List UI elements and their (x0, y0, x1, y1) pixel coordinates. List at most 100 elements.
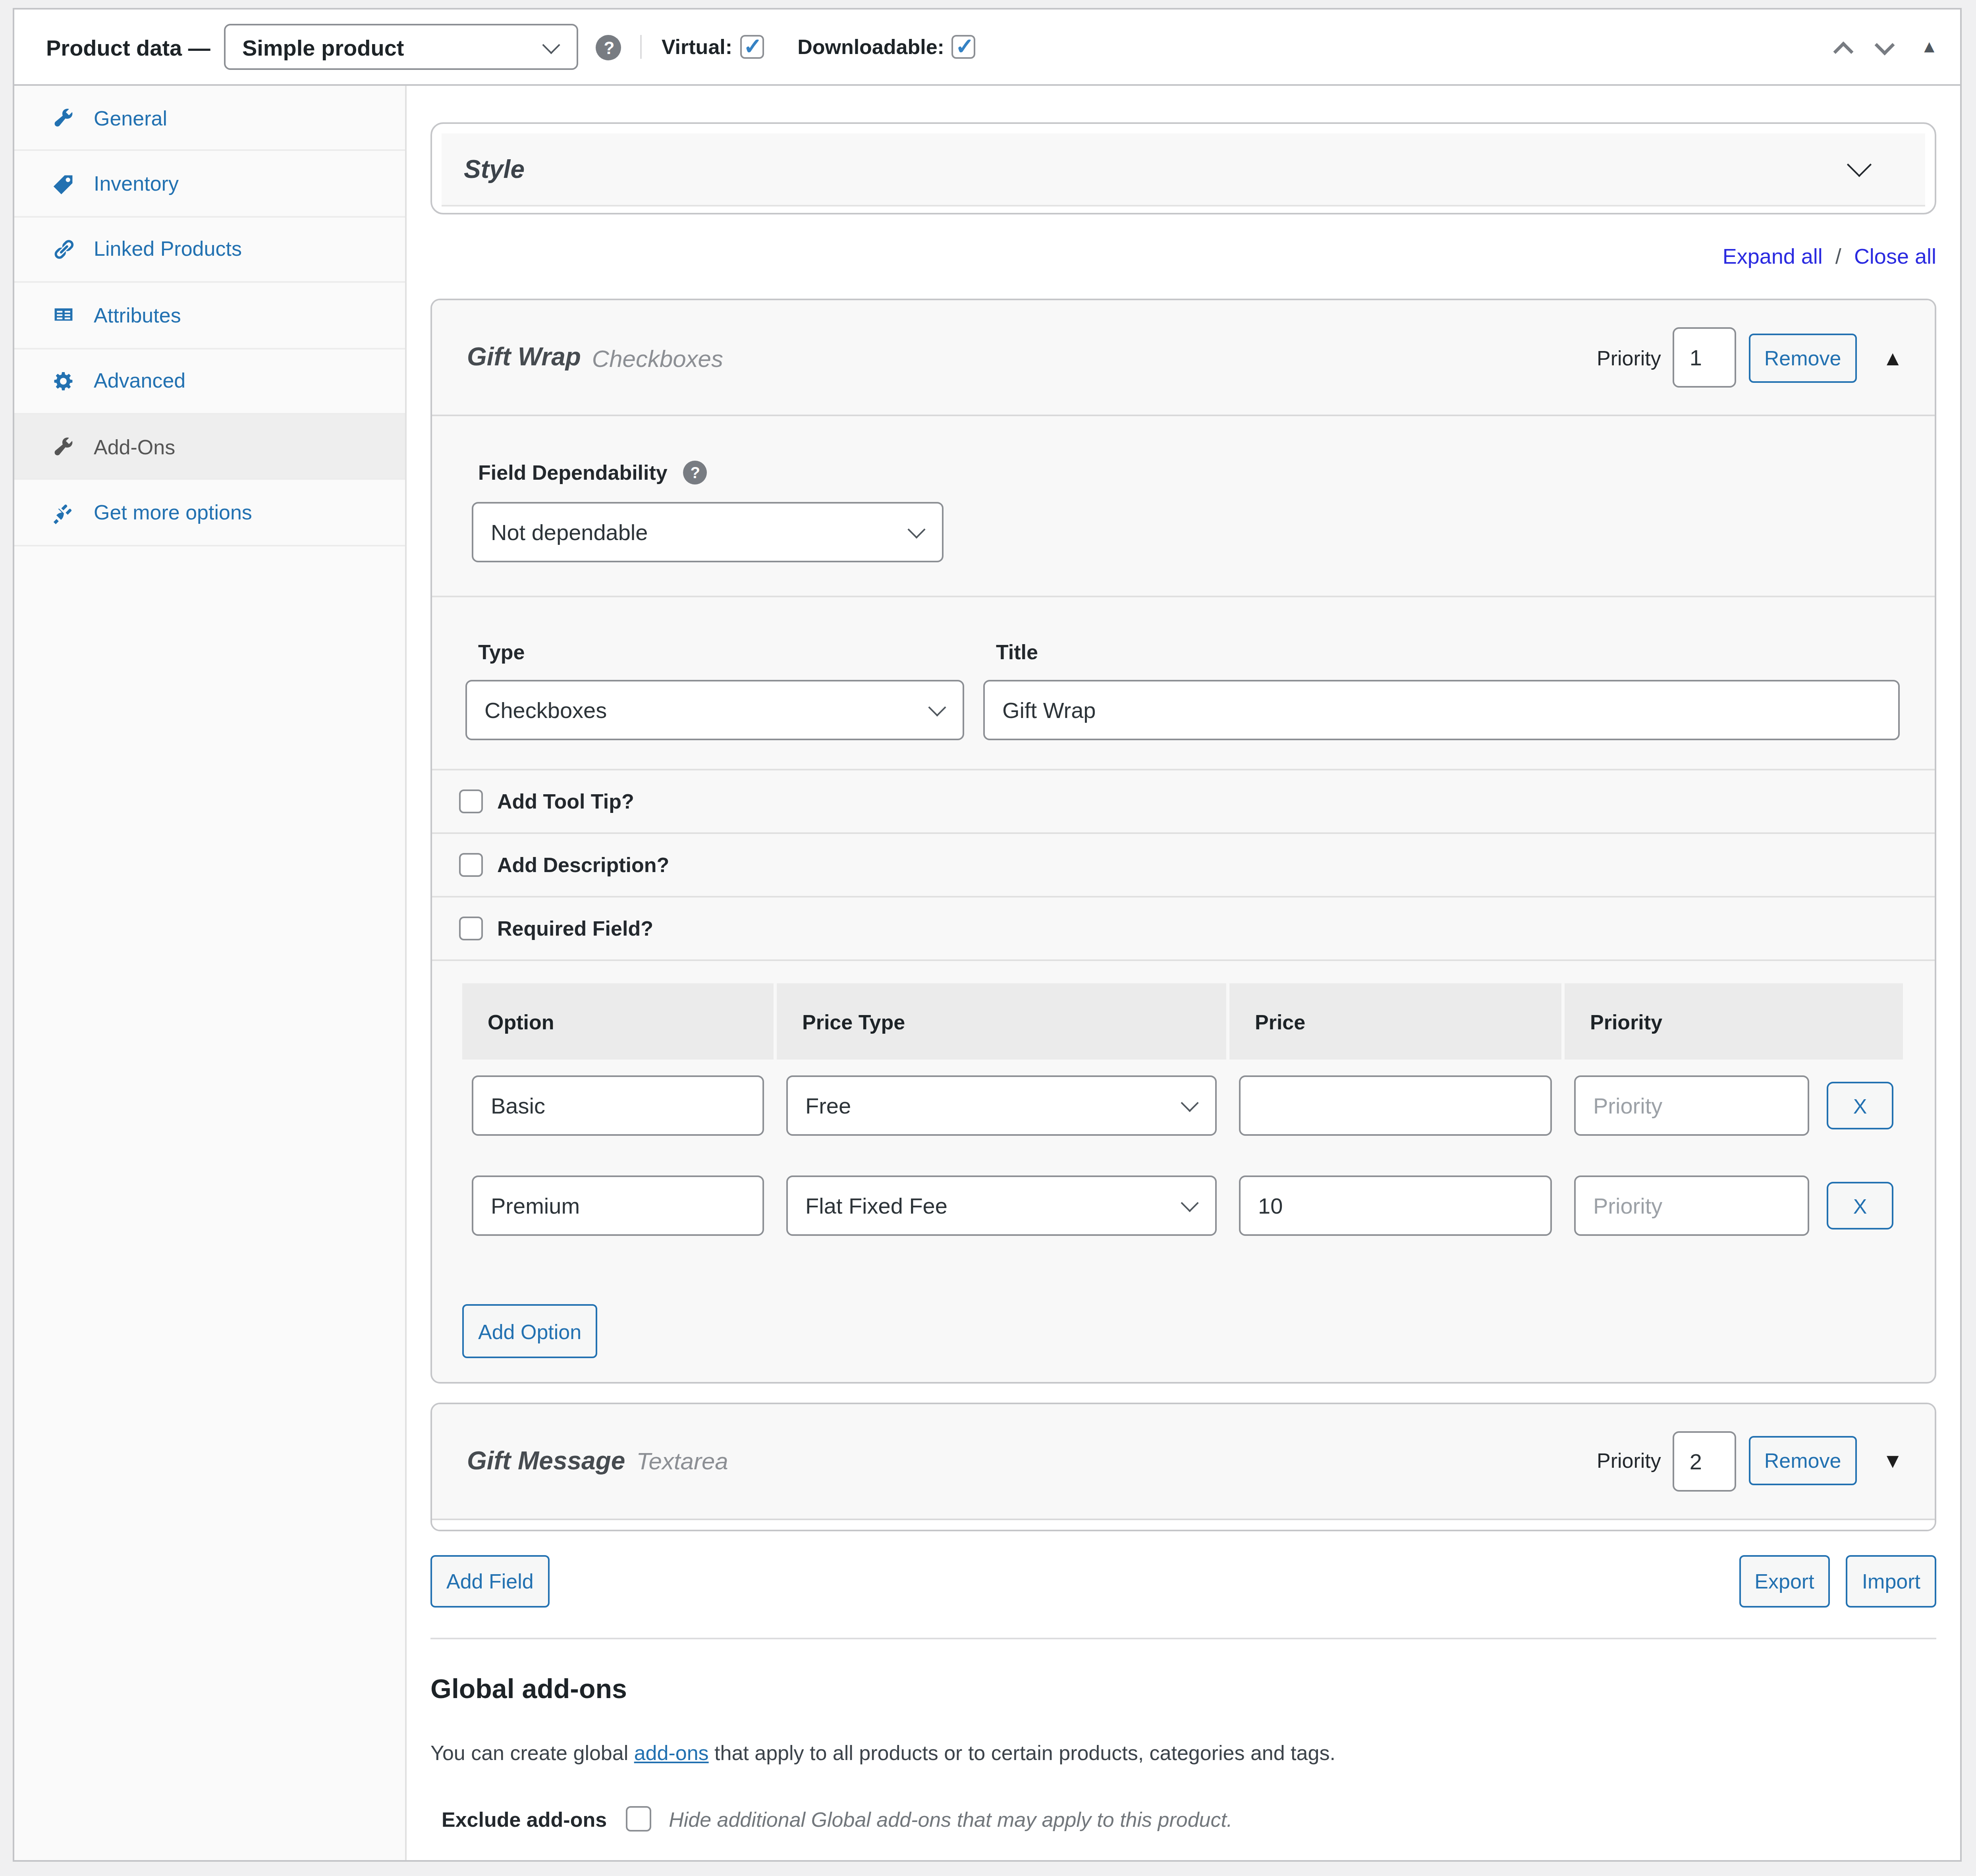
product-type-select[interactable]: Simple product (225, 24, 579, 70)
expand-close-links: Expand all / Close all (430, 214, 1936, 299)
price-input[interactable] (1239, 1075, 1552, 1136)
add-tool-tip-checkbox[interactable] (459, 789, 483, 813)
price-type-select[interactable]: Free (786, 1075, 1217, 1136)
add-description-checkbox[interactable] (459, 853, 483, 877)
product-data-tabs: General Inventory Linked Products Attrib… (14, 86, 407, 1860)
chevron-down-icon[interactable] (1847, 152, 1872, 177)
product-type-value: Simple product (242, 34, 404, 60)
priority-input[interactable] (1672, 327, 1736, 388)
fields-actions: Add Field Export Import (430, 1555, 1936, 1608)
exclude-add-ons-checkbox[interactable] (626, 1806, 651, 1832)
tag-icon (52, 172, 75, 195)
option-row: Free X (462, 1075, 1905, 1136)
help-icon[interactable]: ? (596, 34, 622, 60)
dependability-select[interactable]: Not dependable (472, 502, 944, 562)
expand-all-link[interactable]: Expand all (1723, 245, 1823, 268)
price-header: Price (1229, 983, 1561, 1060)
divider (641, 35, 643, 59)
option-name-input[interactable] (472, 1075, 764, 1136)
price-type-header: Price Type (777, 983, 1226, 1060)
move-up-icon[interactable] (1835, 37, 1854, 56)
add-field-button[interactable]: Add Field (430, 1555, 550, 1608)
collapse-toggle-icon[interactable]: ▲ (1920, 38, 1938, 56)
exclude-add-ons-label: Exclude add-ons (430, 1807, 607, 1831)
type-label: Type (462, 640, 525, 664)
required-field-checkbox[interactable] (459, 917, 483, 940)
tab-label: Get more options (94, 500, 252, 524)
remove-option-button[interactable]: X (1827, 1082, 1893, 1129)
title-label: Title (980, 640, 1038, 664)
priority-input[interactable] (1672, 1430, 1736, 1491)
option-row: Flat Fixed Fee X (462, 1175, 1905, 1236)
tab-attributes[interactable]: Attributes (14, 283, 405, 349)
type-select[interactable]: Checkboxes (465, 680, 964, 740)
collapse-icon[interactable]: ▲ (1883, 347, 1903, 368)
tab-label: Advanced (94, 369, 185, 393)
text: that apply to all products or to certain… (709, 1741, 1335, 1765)
tab-get-more-options[interactable]: Get more options (14, 480, 405, 546)
add-ons-link[interactable]: add-ons (634, 1741, 709, 1765)
price-input[interactable] (1239, 1175, 1552, 1236)
page: Product data — Simple product ? Virtual:… (0, 0, 1976, 1876)
tab-advanced[interactable]: Advanced (14, 349, 405, 415)
title-input[interactable] (983, 680, 1900, 740)
field-dependability-label: Field Dependability (462, 461, 668, 484)
option-priority-input[interactable] (1574, 1075, 1809, 1136)
export-button[interactable]: Export (1739, 1555, 1830, 1608)
gear-icon (52, 370, 75, 392)
priority-header: Priority (1565, 983, 1903, 1060)
slash: / (1835, 245, 1841, 268)
exclude-add-ons-hint: Hide additional Global add-ons that may … (669, 1807, 1232, 1831)
virtual-label: Virtual: (662, 35, 732, 59)
option-priority-input[interactable] (1574, 1175, 1809, 1236)
addon-gift-wrap: Gift Wrap Checkboxes Priority Remove ▲ F… (430, 299, 1936, 1384)
text: You can create global (430, 1741, 634, 1765)
import-button[interactable]: Import (1846, 1555, 1936, 1608)
chevron-down-icon (928, 699, 946, 716)
tab-linked-products[interactable]: Linked Products (14, 217, 405, 283)
downloadable-checkbox[interactable] (952, 35, 976, 59)
divider (430, 1638, 1936, 1639)
link-icon (52, 238, 75, 261)
remove-option-button[interactable]: X (1827, 1182, 1893, 1229)
expand-icon[interactable]: ▼ (1883, 1450, 1903, 1471)
close-all-link[interactable]: Close all (1854, 245, 1936, 268)
addon-gift-message-header[interactable]: Gift Message Textarea Priority Remove ▼ (432, 1403, 1935, 1519)
remove-button[interactable]: Remove (1748, 333, 1857, 382)
price-type-select[interactable]: Flat Fixed Fee (786, 1175, 1217, 1236)
tab-add-ons[interactable]: Add-Ons (14, 415, 405, 481)
add-option-button[interactable]: Add Option (462, 1304, 597, 1358)
metabox-title: Product data — (46, 34, 210, 60)
chevron-down-icon (543, 35, 561, 53)
price-type-value: Flat Fixed Fee (805, 1193, 947, 1218)
addon-type: Textarea (636, 1447, 728, 1474)
style-panel-title: Style (464, 155, 525, 183)
list-icon (52, 304, 75, 326)
help-icon[interactable]: ? (683, 461, 707, 484)
downloadable-label: Downloadable: (797, 35, 944, 59)
addon-gift-message: Gift Message Textarea Priority Remove ▼ (430, 1402, 1936, 1531)
tab-label: General (94, 106, 167, 130)
tab-general[interactable]: General (14, 86, 405, 152)
style-panel[interactable]: Style (430, 122, 1936, 214)
addon-gift-wrap-header[interactable]: Gift Wrap Checkboxes Priority Remove ▲ (432, 300, 1935, 416)
global-add-ons-heading: Global add-ons (430, 1674, 1936, 1706)
tab-label: Linked Products (94, 237, 242, 261)
option-name-input[interactable] (472, 1175, 764, 1236)
product-data-metabox: Product data — Simple product ? Virtual:… (13, 8, 1962, 1862)
price-type-value: Free (805, 1093, 851, 1118)
tab-label: Add-Ons (94, 435, 175, 459)
plug-icon (52, 501, 75, 523)
downloadable-checkbox-group: Downloadable: (797, 35, 976, 59)
wrench-icon (52, 107, 75, 129)
tab-inventory[interactable]: Inventory (14, 152, 405, 218)
exclude-add-ons-row: Exclude add-ons Hide additional Global a… (430, 1806, 1936, 1832)
virtual-checkbox[interactable] (740, 35, 764, 59)
dependability-value: Not dependable (491, 519, 648, 545)
remove-button[interactable]: Remove (1748, 1436, 1857, 1485)
chevron-down-icon (1181, 1194, 1198, 1212)
move-down-icon[interactable] (1876, 37, 1895, 56)
options-table-header: Option Price Type Price Priority (462, 983, 1905, 1060)
addon-title: Gift Wrap (467, 343, 581, 372)
priority-label: Priority (1597, 345, 1661, 369)
